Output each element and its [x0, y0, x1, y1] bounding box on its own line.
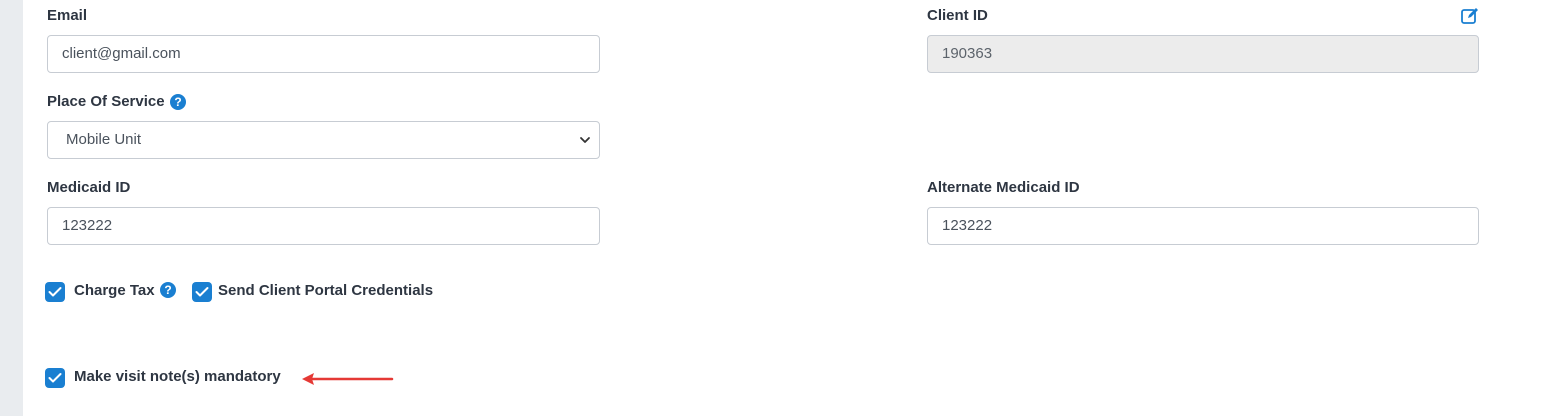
red-arrow-icon: [302, 373, 394, 385]
checkmark-icon: [48, 373, 62, 383]
place-of-service-select[interactable]: Mobile Unit: [47, 121, 600, 159]
checkmark-icon: [195, 287, 209, 297]
email-field[interactable]: client@gmail.com: [47, 35, 600, 73]
send-portal-credentials-label: Send Client Portal Credentials: [218, 282, 434, 299]
client-id-label: Client ID: [927, 7, 988, 24]
alternate-medicaid-id-field[interactable]: 123222: [927, 207, 1479, 245]
checkmark-icon: [48, 287, 62, 297]
visit-notes-mandatory-checkbox[interactable]: [45, 368, 65, 388]
place-of-service-value: Mobile Unit: [66, 131, 142, 148]
help-circle-icon[interactable]: ?: [170, 94, 186, 110]
alternate-medicaid-id-label: Alternate Medicaid ID: [927, 179, 1080, 196]
visit-notes-mandatory-label: Make visit note(s) mandatory: [74, 368, 281, 385]
help-circle-icon[interactable]: ?: [160, 282, 176, 298]
left-rail: [0, 0, 23, 416]
charge-tax-checkbox[interactable]: [45, 282, 65, 302]
email-label: Email: [47, 7, 88, 24]
chevron-down-icon: [580, 137, 590, 143]
medicaid-id-field[interactable]: 123222: [47, 207, 600, 245]
client-id-field: 190363: [927, 35, 1479, 73]
edit-icon[interactable]: [1460, 6, 1480, 26]
charge-tax-label: Charge Tax: [74, 282, 155, 299]
send-portal-credentials-checkbox[interactable]: [192, 282, 212, 302]
place-of-service-label: Place Of Service: [47, 93, 165, 110]
medicaid-id-label: Medicaid ID: [47, 179, 131, 196]
